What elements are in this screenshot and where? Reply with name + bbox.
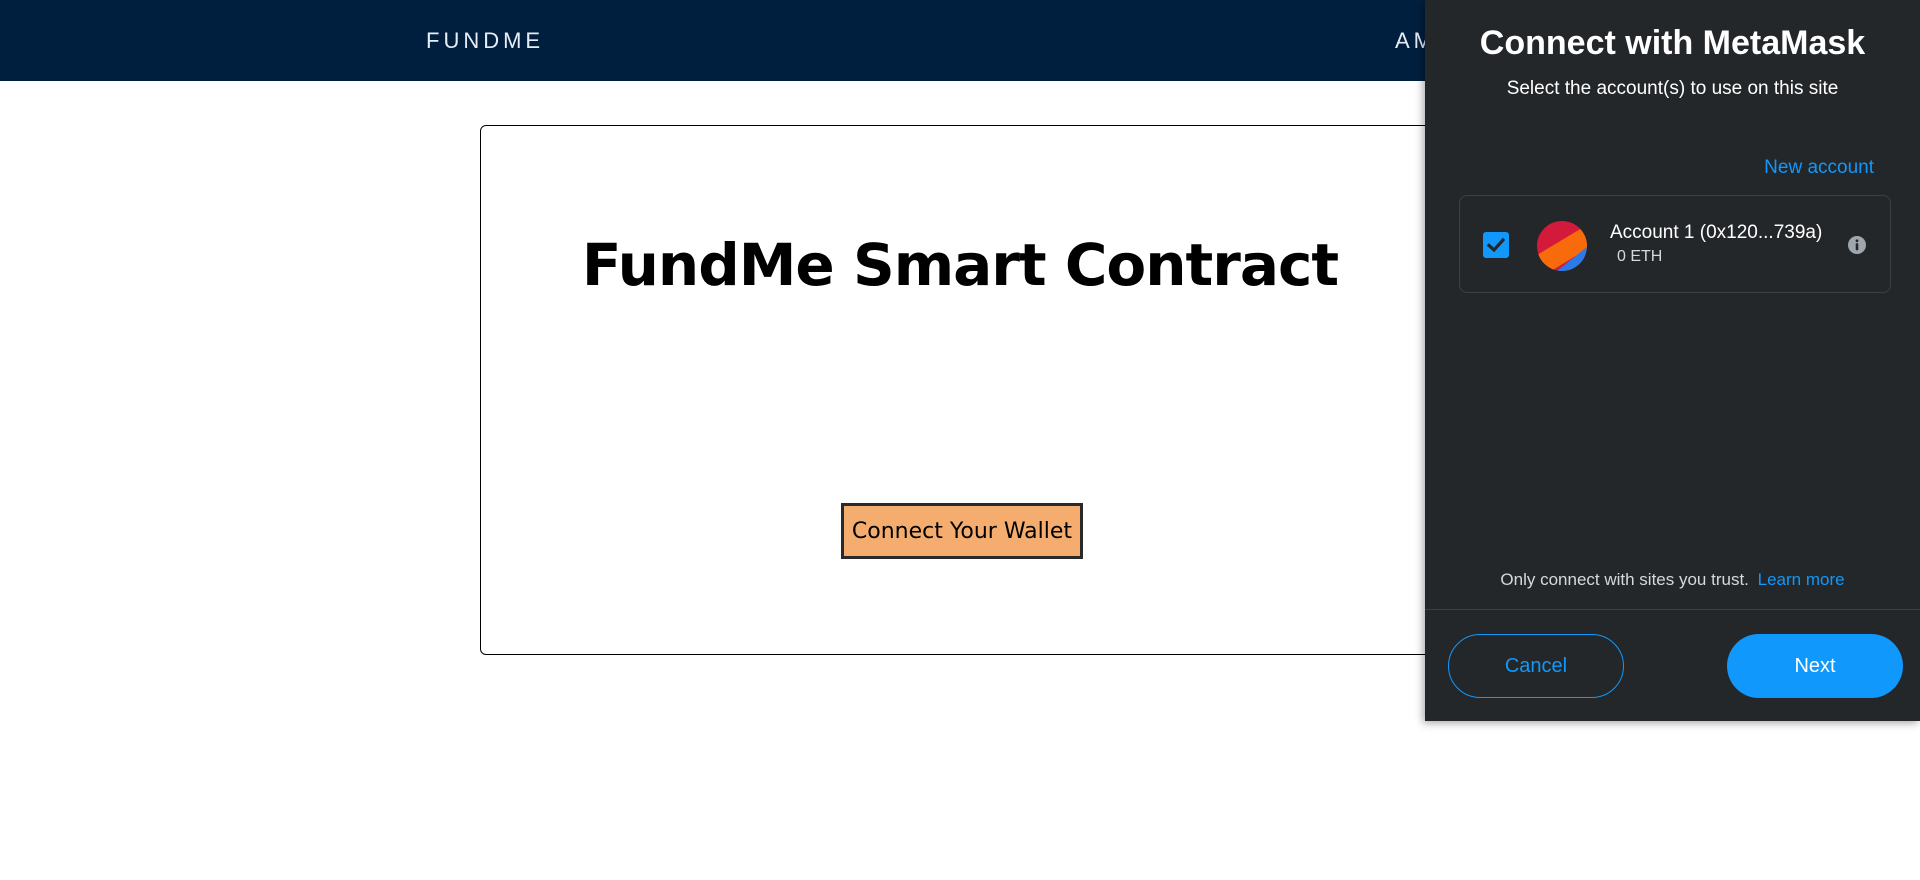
footer-divider (1425, 609, 1920, 610)
brand-link[interactable]: FUNDME (426, 28, 544, 54)
fundme-card: FundMe Smart Contract Connect Your Walle… (480, 125, 1440, 655)
new-account-link[interactable]: New account (1764, 157, 1874, 179)
info-icon[interactable] (1847, 235, 1867, 255)
account-avatar-icon (1537, 221, 1587, 271)
connect-wallet-button[interactable]: Connect Your Wallet (841, 503, 1083, 559)
metamask-subtitle: Select the account(s) to use on this sit… (1506, 78, 1839, 99)
cancel-button[interactable]: Cancel (1448, 634, 1624, 698)
account-name: Account 1 (0x120...739a) (1610, 222, 1823, 243)
trust-text: Only connect with sites you trust. (1500, 570, 1749, 589)
trust-notice: Only connect with sites you trust. Learn… (1425, 570, 1920, 590)
account-checkbox[interactable] (1483, 232, 1509, 258)
checkbox-check-icon (1486, 237, 1506, 253)
metamask-title: Connect with MetaMask (1479, 24, 1866, 62)
account-balance: 0 ETH (1617, 248, 1663, 265)
learn-more-link[interactable]: Learn more (1758, 570, 1845, 589)
page-title: FundMe Smart Contract (581, 231, 1339, 299)
metamask-popup: Connect with MetaMask Select the account… (1425, 0, 1920, 721)
next-button[interactable]: Next (1727, 634, 1903, 698)
account-list-item[interactable]: Account 1 (0x120...739a) 0 ETH (1459, 195, 1891, 293)
